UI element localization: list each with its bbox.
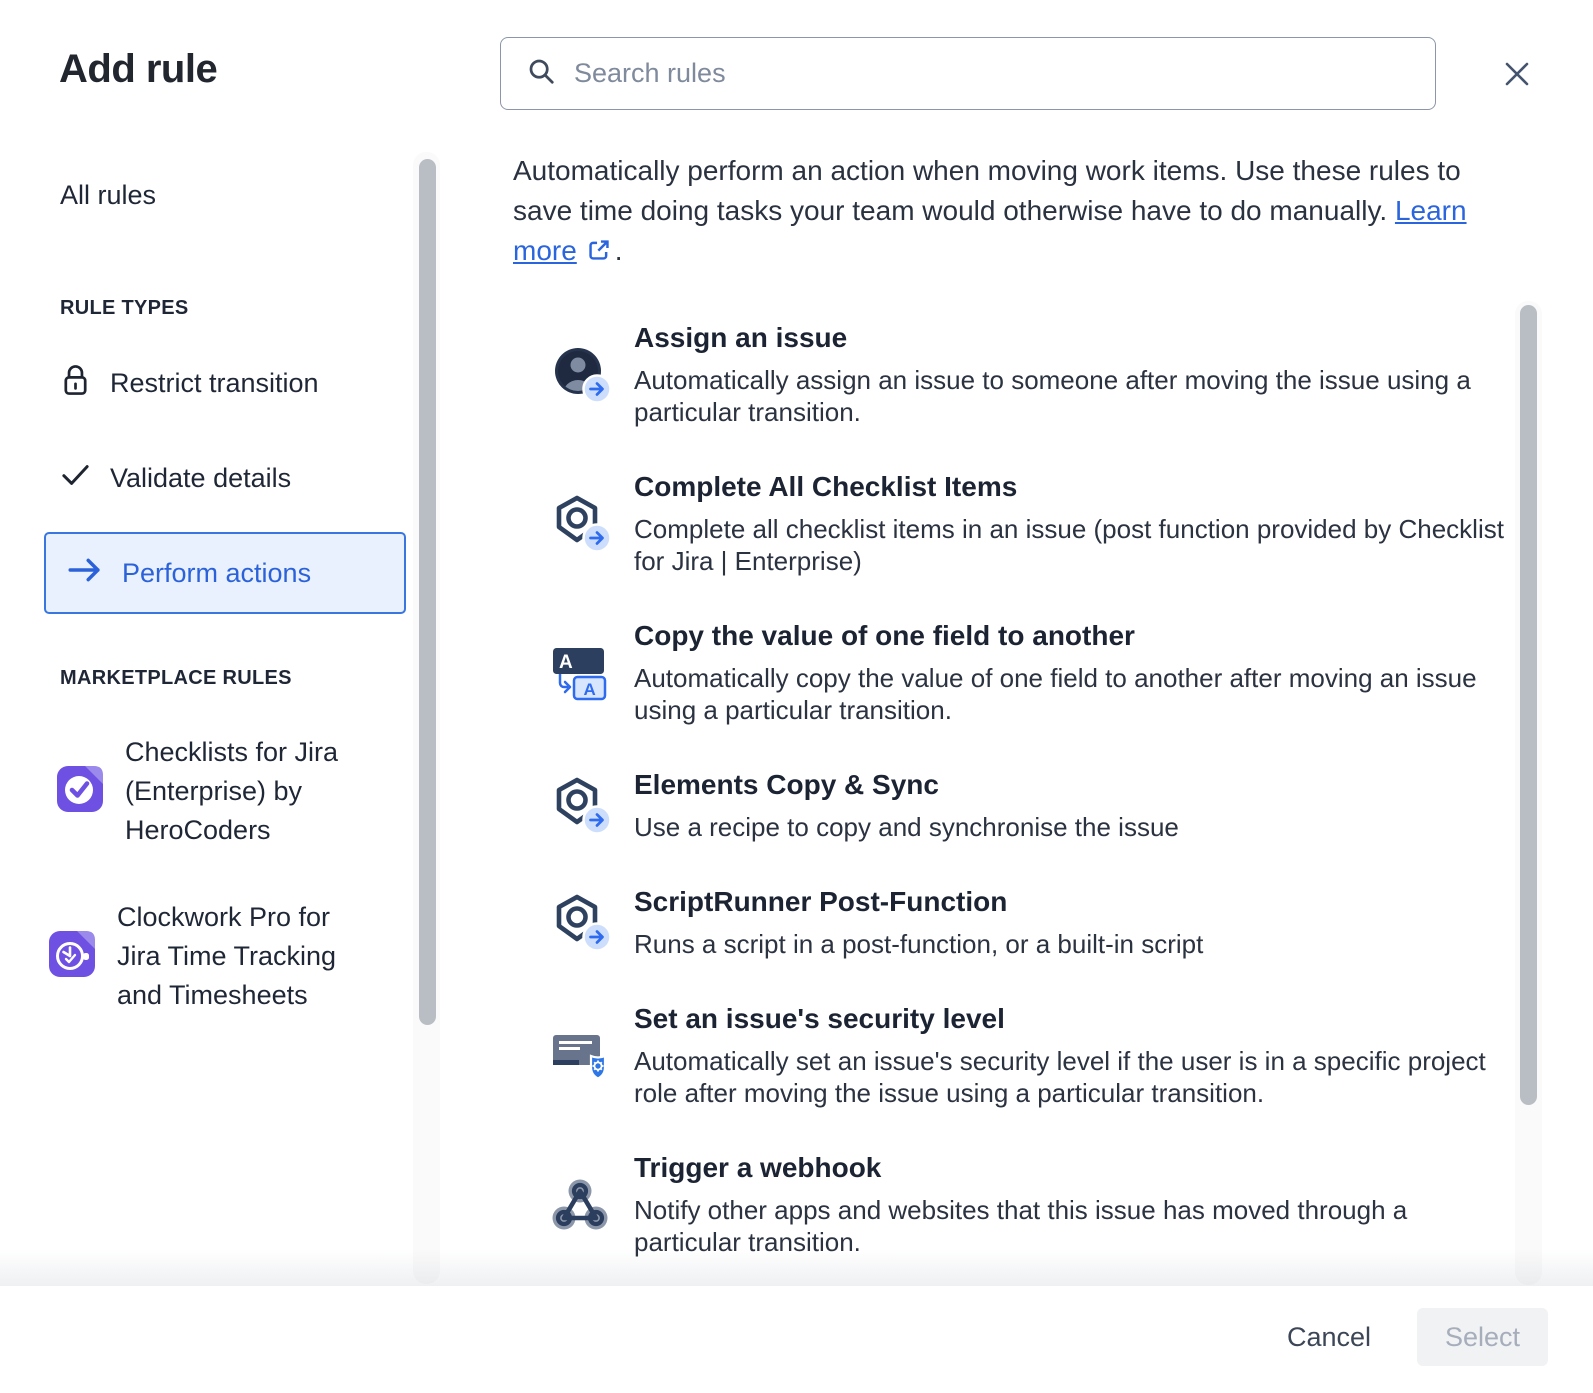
sidebar-item-validate-details[interactable]: Validate details (60, 462, 291, 495)
sidebar-item-label: Clockwork Pro for Jira Time Tracking and… (117, 898, 379, 1015)
svg-text:A: A (584, 680, 596, 699)
sidebar-item-perform-actions-selected[interactable]: Perform actions (44, 532, 406, 614)
content-scrollbar-thumb[interactable] (1520, 305, 1537, 1105)
intro-period: . (615, 235, 623, 266)
svg-text:A: A (559, 652, 573, 673)
marketplace-app-icon (550, 494, 614, 554)
sidebar-item-all-rules[interactable]: All rules (60, 180, 156, 211)
sidebar-item-restrict-transition[interactable]: Restrict transition (60, 363, 319, 404)
rule-description: Automatically set an issue's security le… (634, 1045, 1515, 1109)
rule-item-copy-field-value[interactable]: A A Copy the value of one field to anoth… (440, 619, 1515, 726)
rule-title: Elements Copy & Sync (634, 768, 1179, 802)
rule-title: Trigger a webhook (634, 1151, 1515, 1185)
sidebar-item-label: Checklists for Jira (Enterprise) by Hero… (125, 733, 377, 850)
sidebar-item-clockwork-pro[interactable]: Clockwork Pro for Jira Time Tracking and… (48, 898, 379, 1015)
arrow-right-icon (67, 557, 103, 590)
search-icon (526, 56, 556, 91)
footer-fade-divider (0, 1249, 1593, 1286)
search-input[interactable] (574, 58, 1415, 89)
sidebar-item-label: Restrict transition (110, 368, 319, 399)
lock-icon (60, 363, 91, 404)
webhook-icon (550, 1175, 614, 1235)
sidebar-section-rule-types: RULE TYPES (60, 297, 189, 320)
external-link-icon (586, 238, 612, 269)
assignee-avatar-icon (550, 345, 614, 405)
close-icon (1502, 59, 1532, 92)
rule-item-scriptrunner-post-function[interactable]: ScriptRunner Post-Function Runs a script… (440, 885, 1515, 960)
rule-description: Runs a script in a post-function, or a b… (634, 928, 1203, 960)
security-level-icon (550, 1026, 614, 1086)
rule-description: Use a recipe to copy and synchronise the… (634, 811, 1179, 843)
clockwork-app-icon (48, 930, 96, 983)
sidebar-item-checklists-for-jira[interactable]: Checklists for Jira (Enterprise) by Hero… (56, 733, 377, 850)
rule-item-assign-an-issue[interactable]: Assign an issue Automatically assign an … (440, 321, 1515, 428)
rule-item-complete-all-checklist-items[interactable]: Complete All Checklist Items Complete al… (440, 470, 1515, 577)
rules-list: Assign an issue Automatically assign an … (440, 300, 1515, 1286)
sidebar-scrollbar-thumb[interactable] (419, 159, 436, 1025)
checklists-app-icon (56, 765, 104, 818)
rule-title: Copy the value of one field to another (634, 619, 1515, 653)
sidebar-item-label: Validate details (110, 463, 291, 494)
intro-sentence: Automatically perform an action when mov… (513, 155, 1461, 226)
intro-text: Automatically perform an action when mov… (513, 151, 1491, 274)
rule-title: Set an issue's security level (634, 1002, 1515, 1036)
rule-title: Complete All Checklist Items (634, 470, 1515, 504)
marketplace-app-icon (550, 776, 614, 836)
rule-description: Complete all checklist items in an issue… (634, 513, 1515, 577)
copy-field-icon: A A (550, 643, 614, 703)
rule-title: Assign an issue (634, 321, 1515, 355)
rule-description: Automatically copy the value of one fiel… (634, 662, 1515, 726)
rule-description: Automatically assign an issue to someone… (634, 364, 1515, 428)
sidebar-item-label: Perform actions (122, 558, 311, 589)
marketplace-app-icon (550, 893, 614, 953)
cancel-button[interactable]: Cancel (1287, 1322, 1371, 1353)
select-button[interactable]: Select (1417, 1308, 1548, 1366)
search-box[interactable] (500, 37, 1436, 110)
page-title: Add rule (59, 47, 217, 92)
footer-actions: Cancel Select (1287, 1308, 1548, 1366)
close-button[interactable] (1494, 52, 1540, 98)
rule-title: ScriptRunner Post-Function (634, 885, 1203, 919)
rule-item-set-security-level[interactable]: Set an issue's security level Automatica… (440, 1002, 1515, 1109)
rule-item-trigger-webhook[interactable]: Trigger a webhook Notify other apps and … (440, 1151, 1515, 1258)
check-icon (60, 462, 91, 495)
sidebar-section-marketplace: MARKETPLACE RULES (60, 667, 292, 690)
rule-item-elements-copy-sync[interactable]: Elements Copy & Sync Use a recipe to cop… (440, 768, 1515, 843)
